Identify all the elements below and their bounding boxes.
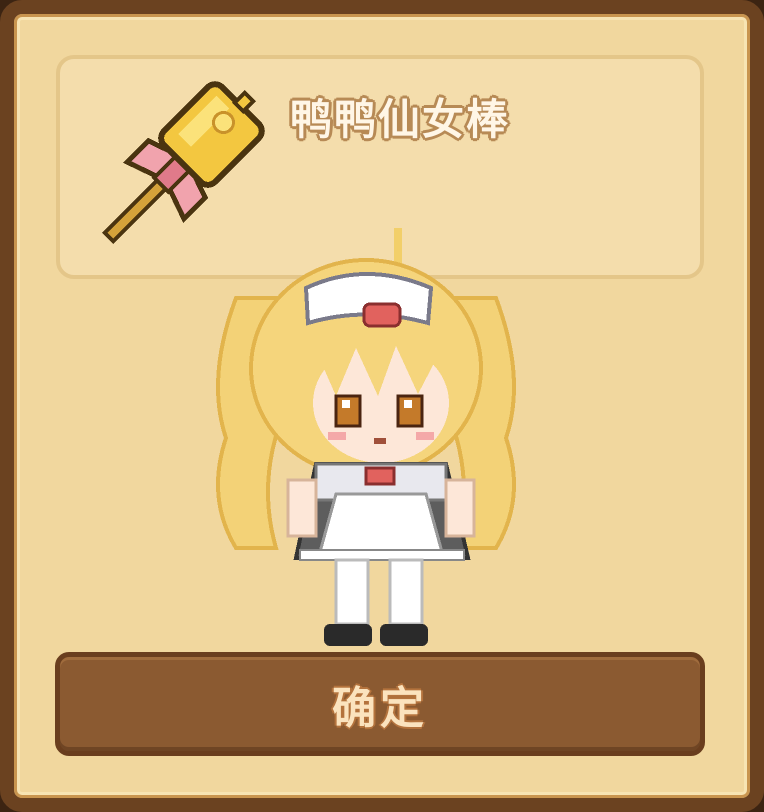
maid-girl-character: [216, 228, 516, 646]
confirm-button-label: 确定: [332, 683, 428, 734]
item-name: 鸭鸭仙女棒: [289, 95, 510, 144]
confirm-button[interactable]: 确定: [55, 652, 705, 756]
